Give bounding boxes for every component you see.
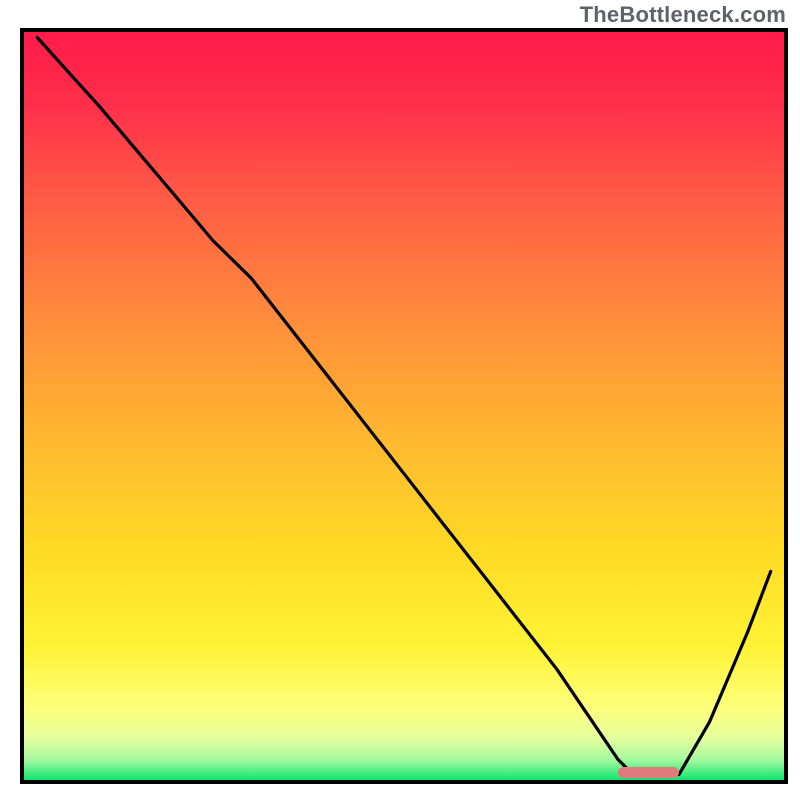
bottleneck-chart xyxy=(0,0,800,800)
trough-marker xyxy=(618,767,679,778)
chart-container: TheBottleneck.com xyxy=(0,0,800,800)
plot-background xyxy=(22,30,786,782)
